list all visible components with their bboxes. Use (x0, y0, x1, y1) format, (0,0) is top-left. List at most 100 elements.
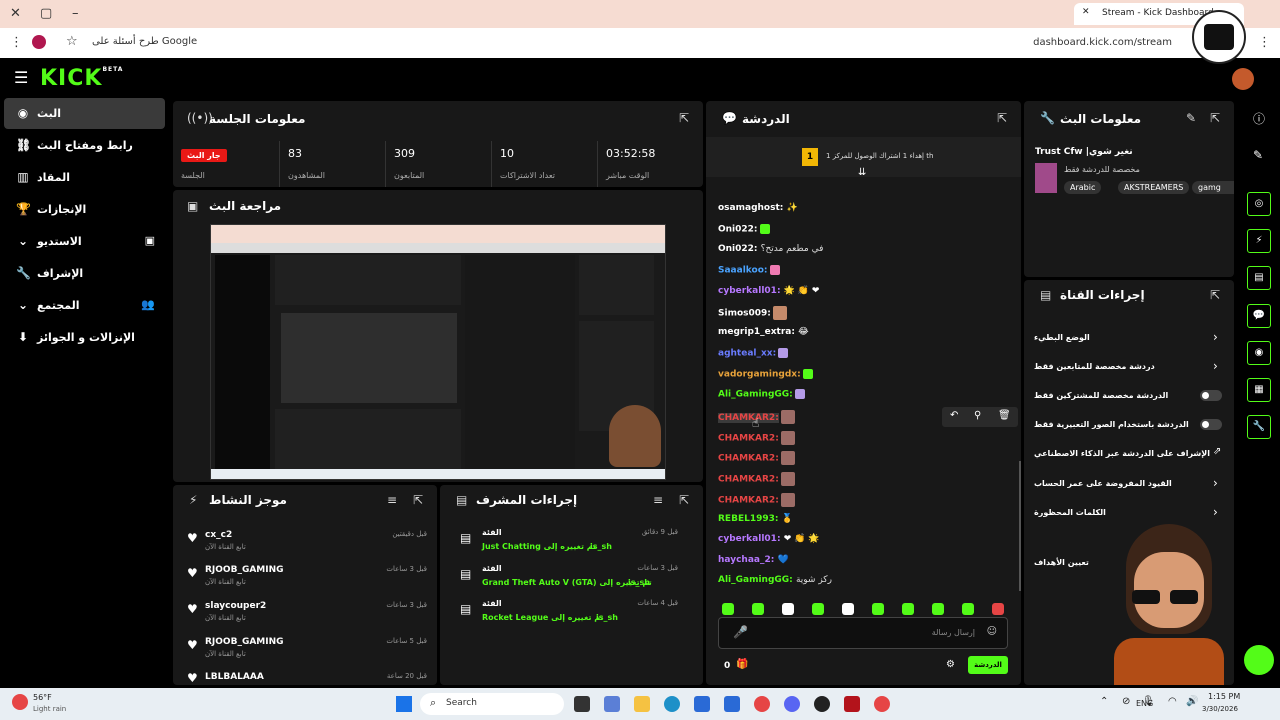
tab-close-icon[interactable]: ✕ (1082, 7, 1090, 17)
popout-icon[interactable]: ⇱ (413, 493, 423, 507)
tray-chevron-icon[interactable]: ⌃ (1100, 696, 1108, 707)
action-by[interactable]: is_sh (628, 578, 650, 587)
popout-icon[interactable]: ⇱ (1210, 288, 1220, 302)
chat-username[interactable]: cyberkall01: (718, 286, 781, 296)
chat-username[interactable]: REBEL1993: (718, 514, 778, 524)
obs-icon[interactable] (814, 696, 830, 712)
popout-icon[interactable]: ⇱ (997, 111, 1007, 125)
emote-icon[interactable] (992, 603, 1004, 615)
chat-send-button[interactable]: الدردشة (968, 656, 1008, 674)
bookmark-star-icon[interactable]: ☆ (66, 34, 78, 49)
sidebar-item-stream-key[interactable]: ⛓ رابط ومفتاح البث (4, 130, 165, 161)
chat-input[interactable]: 🎤 إرسال رسالة ☺ (718, 617, 1008, 649)
sidebar-item-achievements[interactable]: 🏆 الإنجازات (4, 194, 165, 225)
emoji-icon[interactable]: ☺ (987, 626, 997, 637)
chat-username[interactable]: haychaa_2: (718, 555, 774, 565)
sidebar-item-studio[interactable]: ⌄ الاستديو ▣ (4, 226, 165, 257)
emote-icon[interactable] (752, 603, 764, 615)
info-icon[interactable]: ⓘ (1253, 110, 1265, 127)
action-by[interactable]: is_sh (590, 542, 612, 551)
browser-menu-icon[interactable]: ⋮ (1258, 35, 1271, 50)
edit-pencil-icon[interactable]: ✎ (1253, 148, 1263, 162)
adobe-icon[interactable] (844, 696, 860, 712)
close-window-icon[interactable]: ✕ (10, 6, 21, 21)
user-avatar[interactable] (1232, 68, 1254, 90)
feed-username[interactable]: RJOOB_GAMING (205, 565, 284, 575)
sidebar-item-analytics[interactable]: ▥ المقاد (4, 162, 165, 193)
stream-preview-video[interactable] (210, 224, 666, 480)
sidebar-item-drops[interactable]: ⬇ الإنزالات و الجوائز (4, 322, 165, 353)
chat-username[interactable]: CHAMKAR2: (718, 412, 779, 423)
sidebar-item-community[interactable]: ⌄ المجتمع 👥 (4, 290, 165, 321)
chat-username[interactable]: Ali_GamingGG: (718, 575, 793, 585)
emote-icon[interactable] (722, 603, 734, 615)
emote-icon[interactable] (962, 603, 974, 615)
taskbar-search[interactable]: ⌕ Search (420, 693, 564, 715)
filter-icon[interactable]: ≡ (653, 493, 663, 507)
emotes-only-toggle[interactable] (1200, 419, 1222, 430)
chevron-right-icon[interactable]: › (1213, 476, 1218, 490)
rail-wrench-button[interactable]: 🔧 (1247, 415, 1271, 439)
emote-icon[interactable] (902, 603, 914, 615)
emote-icon[interactable] (872, 603, 884, 615)
clock-time[interactable]: 1:15 PM (1208, 692, 1240, 701)
chat-username[interactable]: Oni022: (718, 225, 758, 235)
chat-username[interactable]: CHAMKAR2: (718, 496, 779, 506)
action-by[interactable]: is_sh (596, 613, 618, 622)
chat-username[interactable]: osamaghost: (718, 203, 783, 213)
feed-username[interactable]: LBLBALAAA (205, 672, 264, 682)
rail-chat-button[interactable]: 💬 (1247, 304, 1271, 328)
weather-icon[interactable] (12, 694, 28, 710)
network-icon[interactable]: ⊘ (1122, 696, 1130, 707)
chat-username[interactable]: megrip1_extra: (718, 327, 795, 337)
banned-words-row[interactable]: الكلمات المحظورة (1034, 508, 1214, 534)
chat-username[interactable]: Simos009: (718, 309, 771, 319)
undo-icon[interactable]: ↶ (950, 410, 958, 421)
followers-only-row[interactable]: دردشة مخصصة للمتابعين فقط (1034, 362, 1214, 388)
maximize-window-icon[interactable]: ▢ (40, 6, 52, 21)
external-link-icon[interactable]: ⇗ (1213, 446, 1221, 457)
chat-scrollbar[interactable] (1019, 461, 1021, 591)
sidebar-item-stream[interactable]: ◉ البث (4, 98, 165, 129)
profile-avatar[interactable] (32, 35, 46, 49)
mic-icon[interactable]: 🎤 (733, 625, 748, 639)
chat-username[interactable]: vadorgamingdx: (718, 370, 801, 380)
scroll-down-icon[interactable]: ⇊ (858, 167, 866, 178)
omnibox-hint[interactable]: طرح أسئلة على Google (92, 36, 197, 47)
chat-username[interactable]: CHAMKAR2: (718, 434, 779, 444)
chevron-right-icon[interactable]: › (1213, 330, 1218, 344)
language-indicator[interactable]: ENG (1136, 699, 1153, 708)
emote-icon[interactable] (812, 603, 824, 615)
rail-lightning-button[interactable]: ⚡ (1247, 229, 1271, 253)
edit-pencil-icon[interactable]: ✎ (1186, 111, 1196, 125)
slow-mode-row[interactable]: الوضع البطيء (1034, 333, 1214, 359)
emote-icon[interactable] (782, 603, 794, 615)
mail-icon[interactable] (724, 696, 740, 712)
minimize-window-icon[interactable]: – (72, 6, 79, 21)
volume-icon[interactable]: 🔊 (1186, 696, 1198, 707)
account-age-row[interactable]: القيود المفروضة على عمر الحساب (1034, 479, 1214, 505)
clock-date[interactable]: 3/30/2026 (1202, 705, 1238, 713)
store-icon[interactable] (694, 696, 710, 712)
subscribers-only-toggle[interactable] (1200, 390, 1222, 401)
chevron-right-icon[interactable]: › (1213, 505, 1218, 519)
rail-grid-button[interactable]: ▦ (1247, 378, 1271, 402)
tag-chip[interactable]: gamg (1192, 181, 1234, 194)
chat-username[interactable]: Oni022: (718, 244, 758, 254)
filter-icon[interactable]: ≡ (387, 493, 397, 507)
feed-username[interactable]: slaycouper2 (205, 601, 266, 611)
chrome-icon[interactable] (754, 696, 770, 712)
tag-chip[interactable]: AKSTREAMERS (1118, 181, 1190, 194)
feed-username[interactable]: RJOOB_GAMING (205, 637, 284, 647)
wifi-icon[interactable]: ◠ (1168, 696, 1177, 707)
file-explorer-icon[interactable] (634, 696, 650, 712)
app-icon[interactable] (604, 696, 620, 712)
task-view-icon[interactable] (574, 696, 590, 712)
windows-start-icon[interactable] (396, 696, 412, 712)
chat-username[interactable]: Saaalkoo: (718, 266, 768, 276)
url-text[interactable]: dashboard.kick.com/stream (1033, 37, 1172, 48)
rail-broadcast-button[interactable]: ◉ (1247, 341, 1271, 365)
set-goals-row[interactable]: تعيين الأهداف (1034, 558, 1214, 584)
tag-chip[interactable]: Arabic (1064, 181, 1102, 194)
chat-username[interactable]: aghteal_xx: (718, 349, 776, 359)
